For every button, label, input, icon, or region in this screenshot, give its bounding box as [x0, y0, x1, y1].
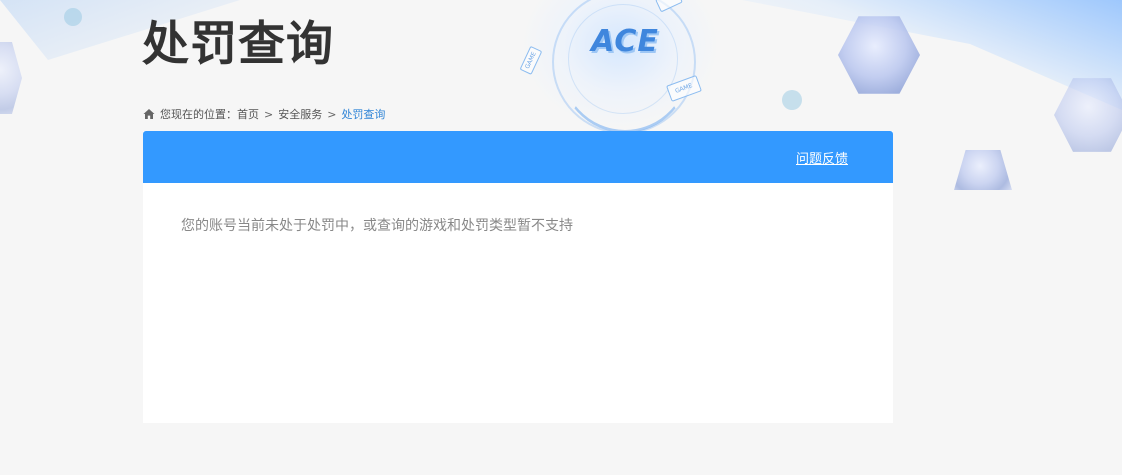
character-avatar-hexagon: [838, 16, 920, 94]
background-decoration-top-right: [742, 0, 1122, 110]
ace-emblem: ACE: [520, 0, 720, 134]
breadcrumb-prefix: 您现在的位置：: [160, 108, 237, 121]
feedback-link[interactable]: 问题反馈: [796, 148, 848, 167]
panel-header: 问题反馈: [143, 131, 893, 183]
breadcrumb-separator: >: [327, 107, 337, 121]
decoration-dot: [64, 8, 82, 26]
breadcrumb-home-link[interactable]: 首页: [237, 106, 259, 122]
decoration-dot: [782, 90, 802, 110]
result-panel: 问题反馈 您的账号当前未处于处罚中，或查询的游戏和处罚类型暂不支持: [143, 131, 893, 423]
character-avatar-hexagon: [1054, 78, 1122, 152]
character-avatar-hexagon: [0, 42, 22, 114]
breadcrumb: 您现在的位置： 首页 > 安全服务 > 处罚查询: [143, 106, 385, 122]
ace-logo: ACE: [591, 24, 659, 59]
character-avatar-hexagon: [954, 150, 1012, 190]
breadcrumb-security-service-link[interactable]: 安全服务: [278, 106, 322, 122]
breadcrumb-current: 处罚查询: [341, 108, 386, 121]
result-message: 您的账号当前未处于处罚中，或查询的游戏和处罚类型暂不支持: [181, 218, 573, 234]
page-title: 处罚查询: [142, 17, 334, 72]
breadcrumb-separator: >: [264, 107, 274, 121]
home-icon: [143, 109, 155, 119]
